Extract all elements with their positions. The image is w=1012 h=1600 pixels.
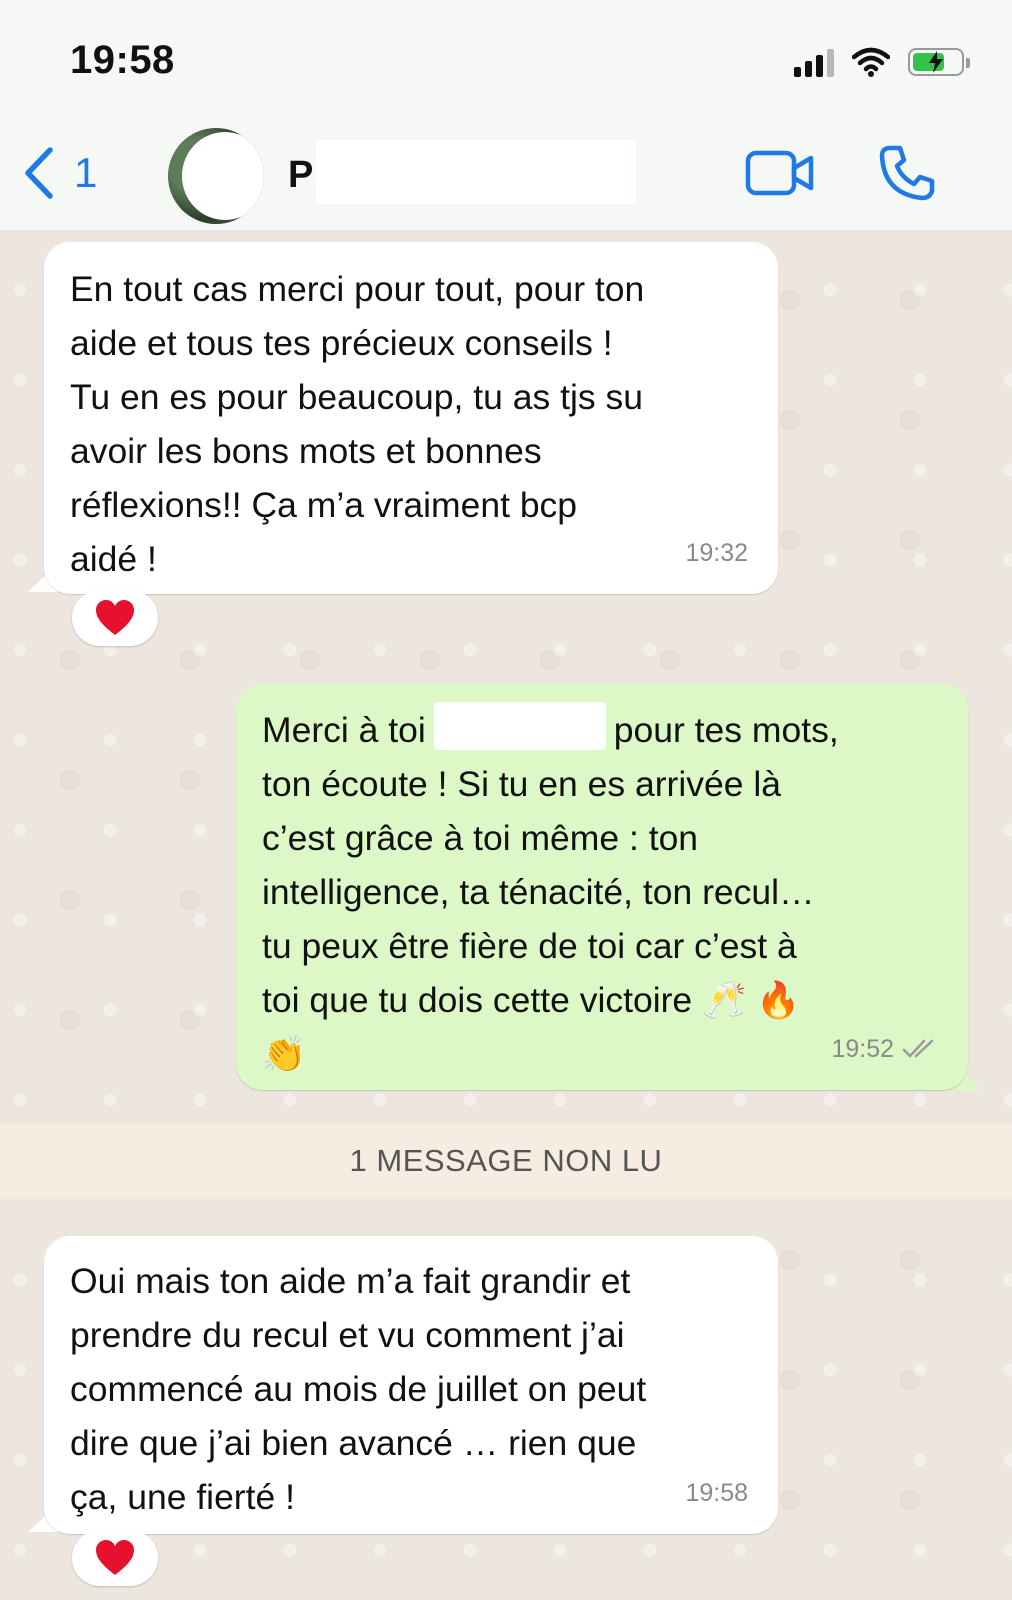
unread-messages-banner: 1 MESSAGE NON LU [0, 1123, 1012, 1199]
status-time: 19:58 [70, 38, 175, 82]
video-call-icon [745, 150, 814, 196]
incoming-message[interactable]: Oui mais ton aide m’a fait grandir et pr… [44, 1236, 778, 1534]
message-text: Oui mais ton aide m’a fait grandir et pr… [70, 1261, 647, 1517]
redacted-name [316, 140, 636, 204]
message-time: 19:52 [831, 1035, 894, 1063]
outgoing-message[interactable]: Merci à toi pour tes mots, ton écoute ! S… [236, 684, 968, 1090]
chevron-left-icon [25, 147, 53, 199]
video-call-button[interactable] [745, 148, 815, 203]
double-check-icon [902, 1039, 934, 1058]
message-text-start: Merci à toi [262, 710, 426, 750]
message-meta: 19:32 [685, 526, 748, 580]
status-bar: 19:58 [0, 0, 1012, 120]
red-heart-icon [96, 600, 134, 635]
message-text-rest: ton écoute ! Si tu en es arrivée là c’es… [262, 764, 815, 1074]
message-text-middle: pour tes mots, [613, 710, 839, 750]
contact-name[interactable]: P [288, 154, 313, 197]
red-heart-icon [96, 1540, 134, 1575]
system-icons [794, 44, 970, 80]
phone-call-button[interactable] [878, 144, 936, 207]
battery-charging-icon [908, 48, 970, 76]
message-time: 19:32 [685, 539, 748, 567]
phone-call-icon [879, 145, 935, 201]
contact-avatar[interactable] [168, 128, 264, 224]
message-text: En tout cas merci pour tout, pour ton ai… [70, 269, 645, 579]
reaction-badge[interactable] [72, 590, 158, 646]
message-meta: 19:52 [831, 1022, 938, 1076]
cellular-signal-icon [794, 47, 834, 77]
incoming-message[interactable]: En tout cas merci pour tout, pour ton ai… [44, 242, 778, 594]
redacted-name [433, 702, 606, 750]
reaction-badge[interactable] [72, 1530, 158, 1586]
chat-header: 1 P [0, 120, 1012, 230]
message-meta: 19:58 [685, 1466, 748, 1520]
wifi-icon [852, 47, 890, 77]
unread-chats-count: 1 [74, 149, 98, 196]
message-time: 19:58 [685, 1479, 748, 1507]
back-button[interactable]: 1 [22, 146, 97, 200]
